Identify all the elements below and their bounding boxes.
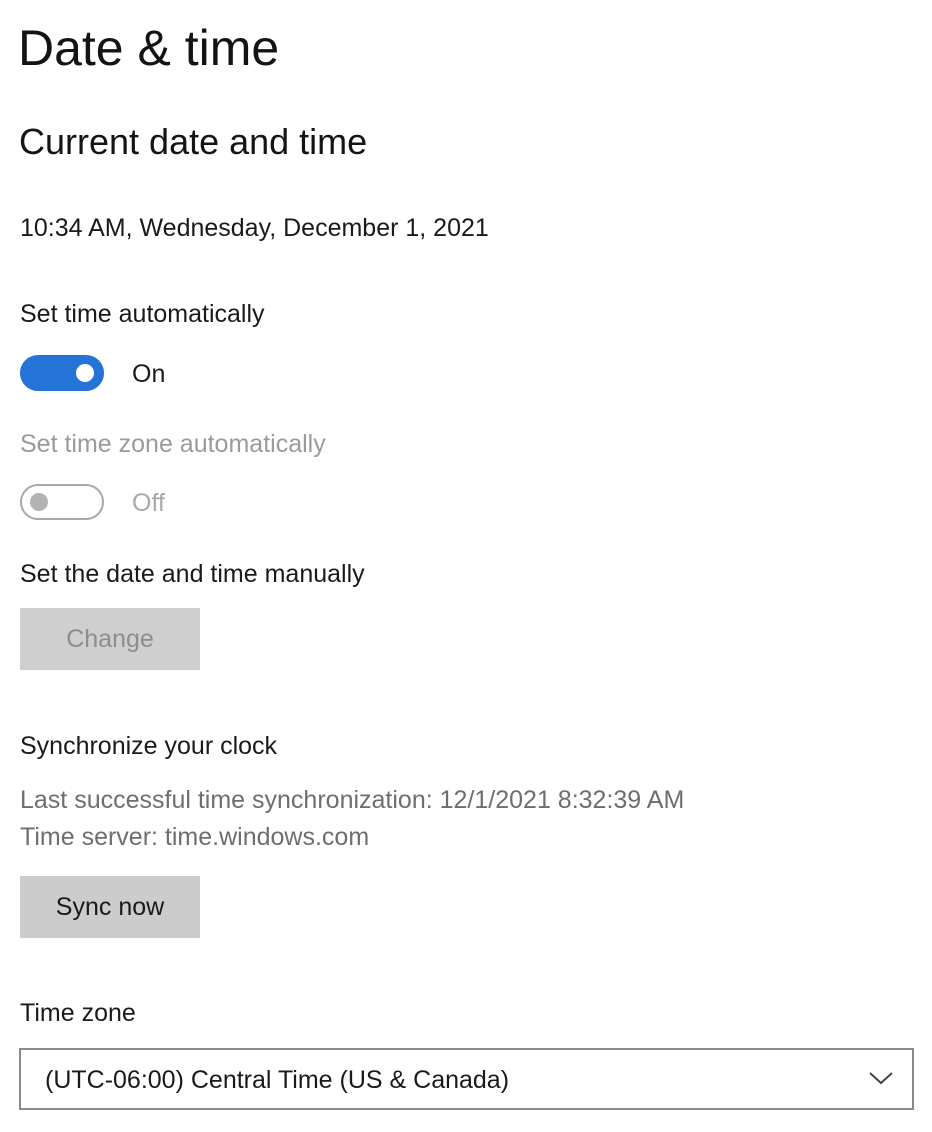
set-time-zone-automatically-state: Off xyxy=(132,489,165,517)
toggle-knob xyxy=(30,493,48,511)
change-button[interactable]: Change xyxy=(20,608,200,670)
synchronize-clock-heading: Synchronize your clock xyxy=(20,732,278,760)
set-time-automatically-state: On xyxy=(132,360,166,388)
set-time-automatically-toggle[interactable] xyxy=(20,355,104,391)
time-zone-dropdown[interactable]: (UTC-06:00) Central Time (US & Canada) xyxy=(19,1048,914,1110)
last-sync-text: Last successful time synchronization: 12… xyxy=(20,786,685,814)
set-date-time-manually-label: Set the date and time manually xyxy=(20,560,365,588)
time-zone-selected-value: (UTC-06:00) Central Time (US & Canada) xyxy=(45,1066,510,1094)
set-time-zone-automatically-toggle[interactable] xyxy=(20,484,104,520)
page-title: Date & time xyxy=(18,20,280,76)
time-zone-label: Time zone xyxy=(20,999,136,1027)
current-date-time-heading: Current date and time xyxy=(19,121,368,162)
current-datetime-value: 10:34 AM, Wednesday, December 1, 2021 xyxy=(20,214,489,242)
toggle-knob xyxy=(76,364,94,382)
time-server-text: Time server: time.windows.com xyxy=(20,823,370,851)
set-time-zone-automatically-label: Set time zone automatically xyxy=(20,430,326,458)
sync-now-button[interactable]: Sync now xyxy=(20,876,200,938)
chevron-down-icon xyxy=(869,1072,893,1085)
set-time-automatically-label: Set time automatically xyxy=(20,300,265,328)
